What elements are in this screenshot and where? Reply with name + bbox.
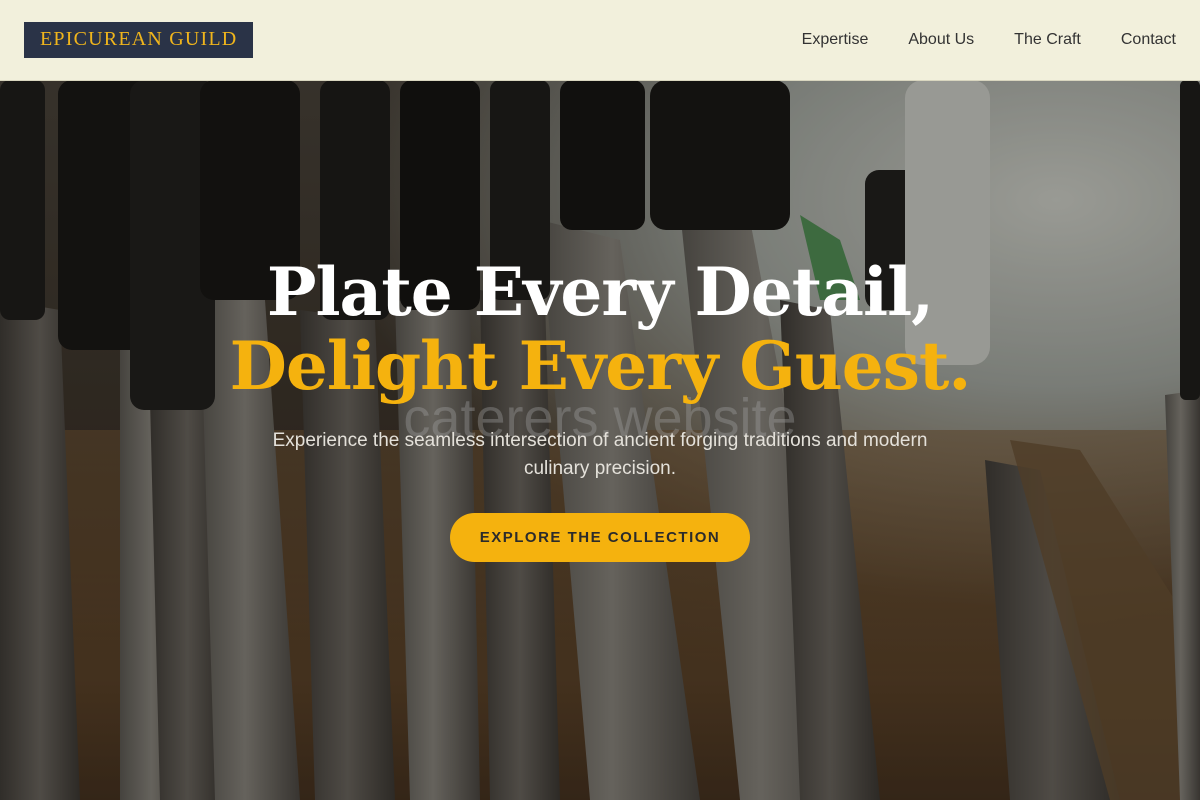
nav-link-contact[interactable]: Contact [1121, 31, 1176, 49]
explore-collection-button[interactable]: EXPLORE THE COLLECTION [450, 513, 750, 562]
nav-link-about-us[interactable]: About Us [908, 31, 974, 49]
nav-link-expertise[interactable]: Expertise [802, 31, 869, 49]
nav-link-the-craft[interactable]: The Craft [1014, 31, 1081, 49]
hero-subtitle: Experience the seamless intersection of … [272, 430, 928, 479]
headline-line-1: Plate Every Detail, [266, 253, 934, 331]
hero-headline: Plate Every Detail, Delight Every Guest. [0, 255, 1200, 403]
headline-line-2: Delight Every Guest. [229, 327, 972, 405]
brand-logo[interactable]: EPICUREAN GUILD [24, 22, 254, 58]
hero-section: caterers.website Plate Every Detail, Del… [0, 255, 1200, 562]
main-nav: Expertise About Us The Craft Contact [802, 31, 1176, 49]
site-header: EPICUREAN GUILD Expertise About Us The C… [0, 0, 1200, 81]
